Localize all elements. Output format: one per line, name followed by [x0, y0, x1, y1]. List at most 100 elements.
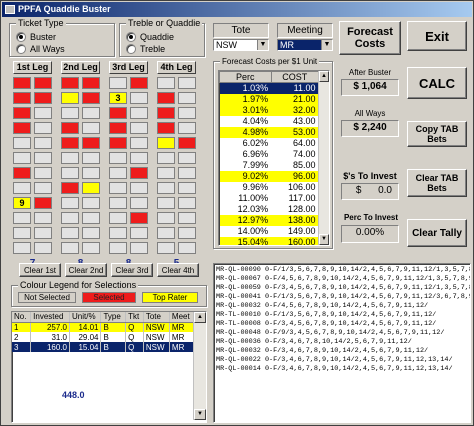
runner-cell[interactable] [34, 122, 52, 134]
runner-cell[interactable] [130, 242, 148, 254]
clear-3rd-button[interactable]: Clear 3rd [111, 263, 153, 277]
clear-4th-button[interactable]: Clear 4th [157, 263, 199, 277]
selections-row[interactable]: 1 257.0 14.01 B Q NSW MR [12, 322, 206, 332]
radio-treble[interactable]: Treble [126, 44, 165, 54]
runner-cell[interactable] [82, 137, 100, 149]
runner-cell[interactable] [61, 107, 79, 119]
runner-cell[interactable] [130, 77, 148, 89]
runner-cell[interactable] [82, 242, 100, 254]
runner-cell[interactable] [178, 167, 196, 179]
runner-cell[interactable] [157, 227, 175, 239]
forecast-row[interactable]: 11.00% 117.00 [219, 192, 319, 204]
runner-cell[interactable] [13, 92, 31, 104]
runner-cell[interactable] [82, 167, 100, 179]
dollars-to-invest-value[interactable]: $ 0.0 [341, 183, 399, 200]
runner-cell[interactable] [157, 92, 175, 104]
forecast-scroll-up-icon[interactable]: ▲ [319, 71, 329, 82]
tote-select[interactable]: NSW ▼ [213, 39, 269, 51]
runner-cell[interactable] [82, 122, 100, 134]
runner-cell[interactable] [130, 182, 148, 194]
runner-cell[interactable] [130, 212, 148, 224]
runner-cell[interactable] [82, 152, 100, 164]
radio-buster[interactable]: Buster [16, 32, 56, 42]
tote-dropdown-arrow-icon[interactable]: ▼ [257, 40, 268, 50]
runner-cell[interactable] [13, 227, 31, 239]
selections-row[interactable]: 3 160.0 15.04 B Q NSW MR [12, 342, 206, 352]
selections-header[interactable]: No. [12, 312, 32, 323]
runner-cell[interactable] [109, 197, 127, 209]
runner-cell[interactable] [178, 212, 196, 224]
forecast-scroll-down-icon[interactable]: ▼ [319, 234, 329, 245]
selections-header[interactable]: Meet [169, 312, 196, 323]
runner-cell[interactable] [178, 92, 196, 104]
runner-cell[interactable] [82, 92, 100, 104]
forecast-row[interactable]: 1.97% 21.00 [219, 93, 319, 105]
runner-cell[interactable] [61, 152, 79, 164]
runner-cell[interactable] [109, 167, 127, 179]
selections-header[interactable]: Invested [30, 312, 71, 323]
clear-tab-bets-button[interactable]: Clear TAB Bets [407, 169, 467, 197]
runner-cell[interactable] [34, 197, 52, 209]
runner-cell[interactable] [61, 197, 79, 209]
runner-cell[interactable] [13, 182, 31, 194]
runner-cell[interactable] [13, 122, 31, 134]
radio-treble-dot[interactable] [126, 44, 136, 54]
runner-cell[interactable] [13, 77, 31, 89]
runner-cell[interactable] [61, 167, 79, 179]
bet-codes-text[interactable]: MR-QL-00090 0-F/1/3,5,6,7,8,9,10,14/2,4,… [213, 263, 471, 423]
runner-cell[interactable] [13, 167, 31, 179]
runner-cell[interactable] [61, 242, 79, 254]
forecast-row[interactable]: 3.01% 32.00 [219, 104, 319, 116]
runner-cell[interactable] [178, 107, 196, 119]
forecast-row[interactable]: 12.03% 128.00 [219, 203, 319, 215]
radio-buster-dot[interactable] [16, 32, 26, 42]
runner-cell[interactable] [13, 152, 31, 164]
selections-scrollbar[interactable]: ▲ ▼ [193, 312, 206, 420]
forecast-row[interactable]: 1.03% 11.00 [219, 82, 319, 94]
forecast-row[interactable]: 7.99% 85.00 [219, 159, 319, 171]
runner-cell[interactable] [130, 167, 148, 179]
selections-header[interactable]: Tkt [125, 312, 144, 323]
runner-cell[interactable] [157, 182, 175, 194]
runner-cell[interactable] [178, 137, 196, 149]
selections-header[interactable]: Unit/% [69, 312, 102, 323]
runner-cell[interactable] [82, 182, 100, 194]
runner-cell[interactable] [178, 122, 196, 134]
forecast-row[interactable]: 4.98% 53.00 [219, 126, 319, 138]
runner-cell[interactable] [130, 137, 148, 149]
runner-cell[interactable] [157, 167, 175, 179]
runner-cell[interactable] [82, 227, 100, 239]
runner-cell[interactable] [109, 227, 127, 239]
scroll-up-icon[interactable]: ▲ [194, 312, 206, 323]
exit-button[interactable]: Exit [407, 21, 467, 51]
runner-cell[interactable] [109, 137, 127, 149]
forecast-row[interactable]: 12.97% 138.00 [219, 214, 319, 226]
selections-header[interactable]: Type [100, 312, 127, 323]
runner-cell[interactable] [61, 227, 79, 239]
runner-cell[interactable] [178, 77, 196, 89]
calc-button[interactable]: CALC [407, 67, 467, 99]
runner-cell[interactable] [61, 182, 79, 194]
runner-cell[interactable] [82, 212, 100, 224]
runner-cell[interactable] [34, 92, 52, 104]
runner-cell[interactable] [109, 152, 127, 164]
clear-tally-button[interactable]: Clear Tally [407, 219, 467, 247]
runner-cell[interactable] [157, 107, 175, 119]
radio-all-ways[interactable]: All Ways [16, 44, 65, 54]
runner-cell[interactable] [178, 152, 196, 164]
forecast-row[interactable]: 6.96% 74.00 [219, 148, 319, 160]
runner-cell[interactable] [157, 77, 175, 89]
forecast-table[interactable]: Perc COST 1.03% 11.00 1.97% 21.00 3.01% 32.00… [218, 70, 330, 246]
runner-cell[interactable]: 9 [13, 197, 31, 209]
selections-row[interactable]: 2 31.0 29.04 B Q NSW MR [12, 332, 206, 342]
radio-quaddie[interactable]: Quaddie [126, 32, 174, 42]
runner-cell[interactable] [109, 122, 127, 134]
runner-cell[interactable] [13, 242, 31, 254]
runner-cell[interactable] [178, 227, 196, 239]
runner-cell[interactable] [109, 107, 127, 119]
clear-2nd-button[interactable]: Clear 2nd [65, 263, 107, 277]
runner-cell[interactable] [82, 197, 100, 209]
runner-cell[interactable] [61, 122, 79, 134]
runner-cell[interactable] [34, 77, 52, 89]
runner-cell[interactable] [82, 107, 100, 119]
